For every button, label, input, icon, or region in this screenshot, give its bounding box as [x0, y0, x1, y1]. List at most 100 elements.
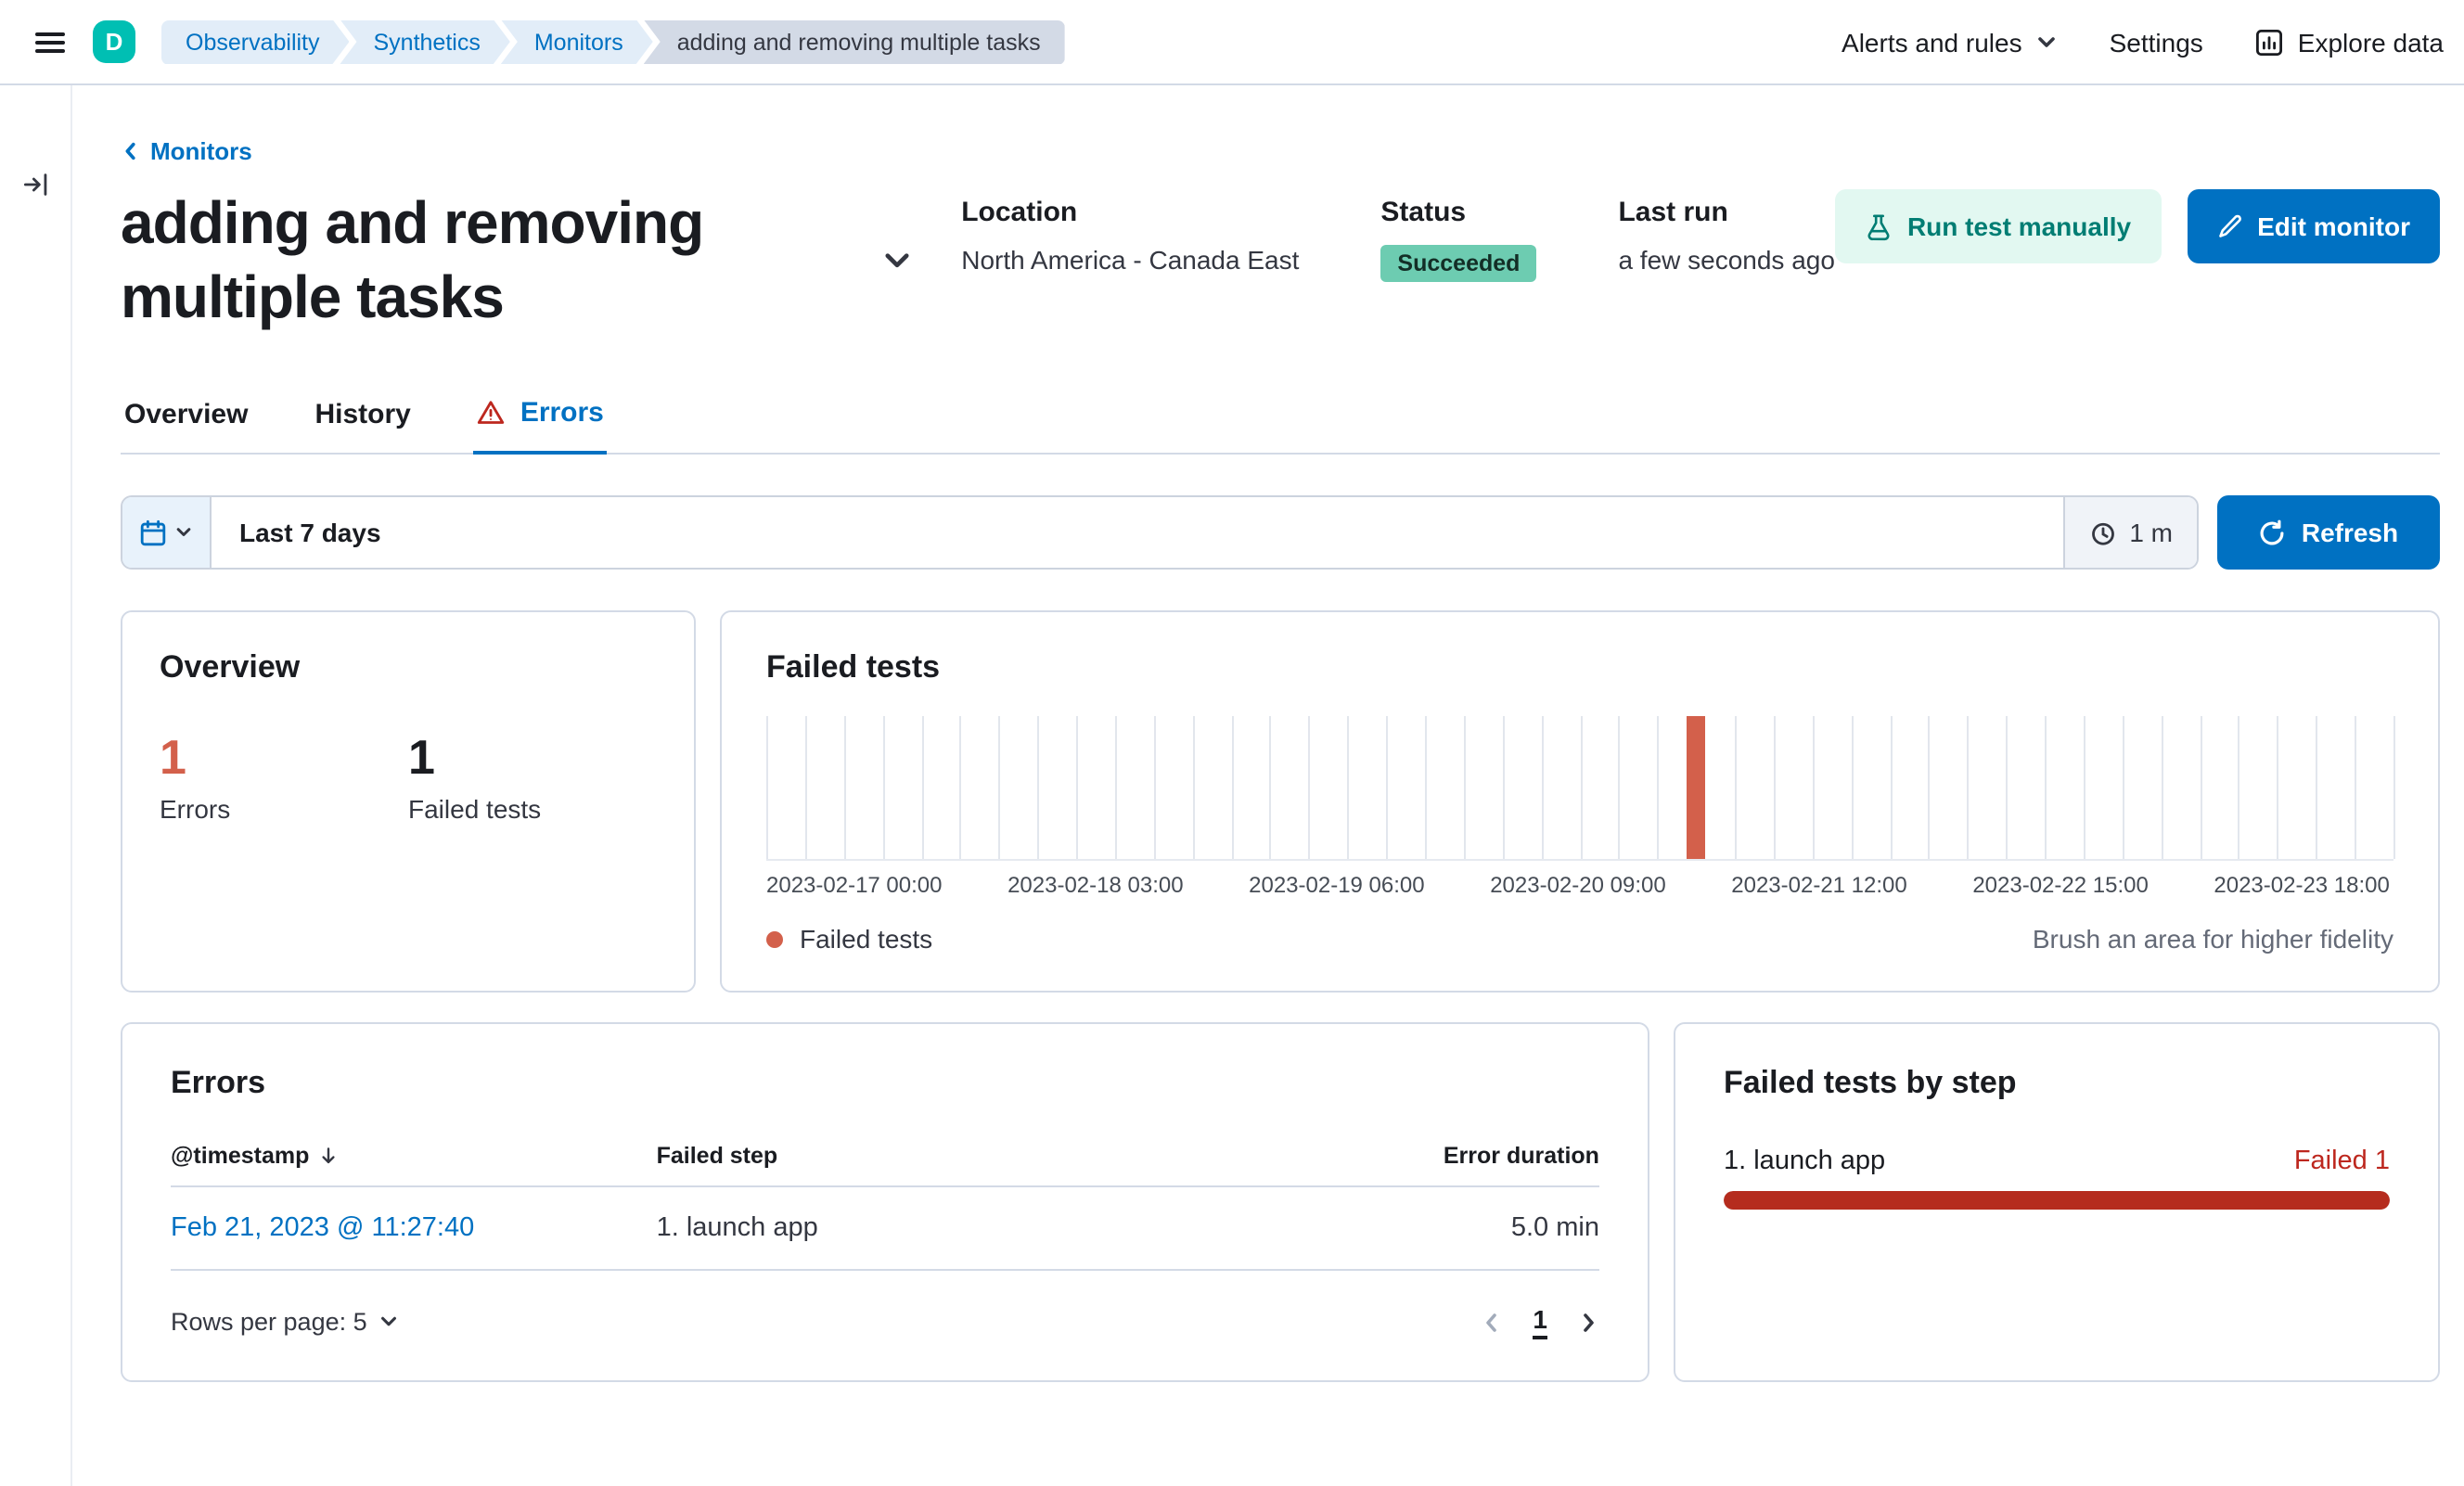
errors-count: 1	[160, 729, 186, 785]
tab-history-label: History	[314, 398, 411, 429]
failed-tests-card-title: Failed tests	[766, 649, 941, 685]
refresh-interval-chip[interactable]: 1 m	[2062, 497, 2197, 568]
app-root: D Observability Synthetics Monitors addi…	[0, 0, 2464, 1486]
error-duration-header-label: Error duration	[1443, 1143, 1599, 1169]
location-value: North America - Canada East	[961, 245, 1300, 275]
tab-history[interactable]: History	[311, 382, 414, 453]
page-body: Monitors adding and removing multiple ta…	[0, 85, 2464, 1486]
edit-monitor-button[interactable]: Edit monitor	[2187, 189, 2440, 263]
tab-overview[interactable]: Overview	[121, 382, 251, 453]
x-tick-label: 2023-02-17 00:00	[766, 872, 943, 898]
pencil-icon	[2218, 214, 2241, 237]
chart-gridline	[1541, 716, 1544, 859]
errors-table: @timestamp Failed step Error duration Fe…	[171, 1143, 1599, 1271]
next-page-button[interactable]	[1577, 1311, 1599, 1333]
failed-tests-plot[interactable]	[766, 716, 2395, 861]
monitor-actions: Run test manually Edit monitor	[1834, 189, 2440, 263]
back-link-label: Monitors	[150, 137, 252, 165]
chevron-right-icon	[1584, 1313, 1594, 1331]
rows-per-page-selector[interactable]: Rows per page: 5	[171, 1308, 399, 1336]
rows-per-page-label: Rows per page: 5	[171, 1308, 367, 1336]
errors-table-header: @timestamp Failed step Error duration	[171, 1143, 1599, 1187]
chart-gridline	[1928, 716, 1931, 859]
alerts-and-rules-label: Alerts and rules	[1842, 27, 2022, 57]
page-title: adding and removing multiple tasks	[121, 189, 704, 330]
alerts-and-rules-menu[interactable]: Alerts and rules	[1842, 27, 2058, 57]
refresh-button[interactable]: Refresh	[2217, 495, 2440, 570]
errors-table-footer: Rows per page: 5 1	[171, 1304, 1599, 1339]
deployment-avatar[interactable]: D	[93, 20, 135, 63]
stat-failed-tests: 1 Failed tests	[408, 731, 657, 823]
meta-status: Status Succeeded	[1380, 197, 1537, 282]
warning-triangle-icon	[478, 401, 505, 424]
step-header: 1. launch app Failed 1	[1724, 1147, 2390, 1176]
errors-count-label: Errors	[160, 793, 231, 824]
meta-location: Location North America - Canada East	[961, 197, 1299, 282]
failed-tests-count: 1	[408, 729, 435, 785]
timestamp-header-label: @timestamp	[171, 1143, 310, 1169]
timestamp-column-header[interactable]: @timestamp	[171, 1143, 657, 1169]
last-run-label: Last run	[1618, 197, 1728, 228]
calendar-icon	[140, 519, 166, 545]
monitor-tabs: Overview History Errors	[121, 382, 2440, 455]
breadcrumb-observability[interactable]: Observability	[161, 19, 350, 64]
run-test-label: Run test manually	[1906, 211, 2132, 241]
beaker-icon	[1867, 213, 1890, 240]
breadcrumb-synthetics[interactable]: Synthetics	[340, 19, 510, 64]
edit-monitor-label: Edit monitor	[2257, 211, 2410, 241]
errors-card-title: Errors	[171, 1065, 266, 1100]
back-to-monitors-link[interactable]: Monitors	[121, 137, 252, 165]
settings-link[interactable]: Settings	[2110, 27, 2203, 57]
chart-gridline	[2200, 716, 2202, 859]
chart-gridline	[2006, 716, 2008, 859]
previous-page-button[interactable]	[1481, 1311, 1503, 1333]
location-label: Location	[961, 197, 1078, 228]
failed-tests-by-step-card: Failed tests by step 1. launch app Faile…	[1674, 1022, 2440, 1382]
explore-data-link[interactable]: Explore data	[2255, 27, 2444, 57]
chart-gridline	[1735, 716, 1738, 859]
chart-gridline	[1153, 716, 1156, 859]
error-timestamp-link[interactable]: Feb 21, 2023 @ 11:27:40	[171, 1213, 657, 1243]
page-number-1[interactable]: 1	[1533, 1304, 1547, 1339]
failed-tests-bar	[1686, 716, 1705, 859]
overview-card: Overview 1 Errors 1 Failed tests	[121, 610, 696, 993]
status-label: Status	[1380, 197, 1467, 228]
failed-steps-card-title: Failed tests by step	[1724, 1065, 2017, 1100]
chart-gridline	[1347, 716, 1350, 859]
tab-errors-label: Errors	[520, 397, 604, 429]
x-tick-label: 2023-02-20 09:00	[1490, 872, 1666, 898]
refresh-label: Refresh	[2301, 518, 2399, 547]
step-name: 1. launch app	[1724, 1147, 1886, 1176]
last-run-value: a few seconds ago	[1618, 245, 1835, 275]
chart-gridline	[1386, 716, 1389, 859]
breadcrumb-monitors[interactable]: Monitors	[501, 19, 653, 64]
status-badge: Succeeded	[1380, 245, 1537, 282]
failed-step-header-label: Failed step	[656, 1143, 778, 1169]
x-tick-label: 2023-02-18 03:00	[1007, 872, 1184, 898]
chart-gridline	[1657, 716, 1660, 859]
chart-gridline	[2238, 716, 2240, 859]
breadcrumb: Observability Synthetics Monitors adding…	[161, 19, 1065, 64]
chart-gridline	[2045, 716, 2047, 859]
run-test-manually-button[interactable]: Run test manually	[1834, 189, 2162, 263]
chevron-down-icon	[885, 253, 909, 268]
stat-errors: 1 Errors	[160, 731, 408, 823]
failed-step-column-header: Failed step	[657, 1143, 1286, 1169]
explore-data-label: Explore data	[2297, 27, 2444, 57]
date-range-value[interactable]: Last 7 days	[212, 497, 2062, 568]
tab-errors[interactable]: Errors	[473, 382, 608, 455]
expand-sidebar-icon	[22, 173, 46, 195]
x-tick-label: 2023-02-19 06:00	[1249, 872, 1425, 898]
legend-failed-tests[interactable]: Failed tests	[766, 924, 932, 954]
menu-icon[interactable]	[24, 12, 76, 71]
quick-select-button[interactable]	[122, 497, 212, 568]
errors-card: Errors @timestamp Failed step Error dura…	[121, 1022, 1649, 1382]
error-duration: 5.0 min	[1510, 1213, 1599, 1243]
chart-gridline	[1851, 716, 1854, 859]
legend-dot-icon	[766, 930, 783, 947]
chart-gridline	[2161, 716, 2163, 859]
main-content: Monitors adding and removing multiple ta…	[72, 85, 2464, 1486]
chart-gridline	[1269, 716, 1272, 859]
monitor-select-caret[interactable]	[881, 245, 913, 276]
expand-sidebar-button[interactable]	[11, 160, 59, 208]
